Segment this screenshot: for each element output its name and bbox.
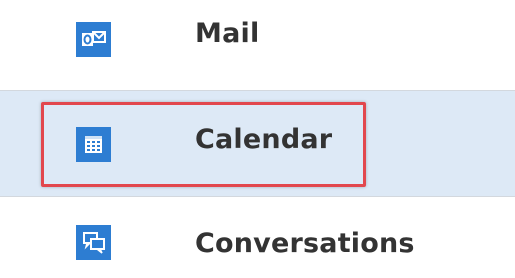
calendar-icon xyxy=(76,127,111,162)
nav-item-calendar-label: Calendar xyxy=(195,124,333,155)
conversations-icon xyxy=(76,225,111,260)
nav-item-mail-label: Mail xyxy=(195,18,260,49)
nav-item-conversations[interactable]: Conversations xyxy=(0,204,515,278)
nav-item-conversations-label: Conversations xyxy=(195,228,415,259)
mail-icon xyxy=(76,22,111,57)
divider xyxy=(0,196,515,197)
nav-item-calendar[interactable]: Calendar xyxy=(0,91,515,196)
navigation-list: Mail Calendar Conversations xyxy=(0,0,515,278)
nav-item-mail[interactable]: Mail xyxy=(0,0,515,88)
